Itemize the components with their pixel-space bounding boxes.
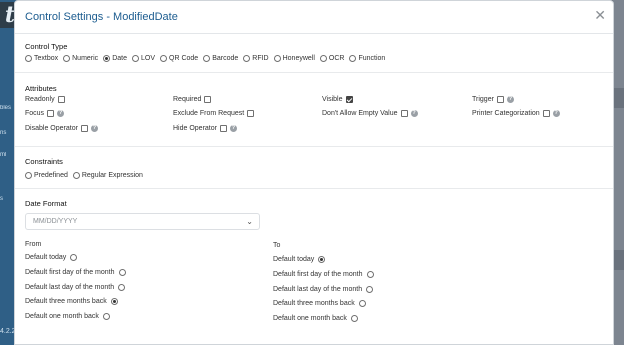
section-title: Constraints — [25, 157, 63, 166]
radio[interactable] — [366, 286, 374, 293]
radio[interactable] — [118, 284, 126, 291]
to-option[interactable]: Default last day of the month — [273, 286, 374, 293]
radio[interactable] — [70, 254, 78, 261]
radio[interactable] — [358, 300, 366, 307]
radio-selected[interactable] — [103, 55, 111, 62]
radio[interactable] — [131, 55, 139, 62]
control-type-ocr[interactable]: OCR — [319, 55, 344, 62]
divider — [15, 72, 613, 73]
radio[interactable] — [319, 55, 327, 62]
readonly-checkbox[interactable] — [57, 96, 65, 103]
radio[interactable] — [25, 172, 32, 179]
attr-dont-allow-empty[interactable]: Don't Allow Empty Value? — [322, 110, 418, 117]
control-type-honeywell[interactable]: Honeywell — [273, 55, 315, 62]
section-title: Date Format — [25, 199, 67, 208]
row-highlight — [613, 250, 624, 270]
hide-operator-checkbox[interactable] — [219, 125, 227, 132]
to-option[interactable]: Default first day of the month — [273, 271, 374, 278]
from-option[interactable]: Default last day of the month — [25, 284, 126, 291]
help-icon[interactable]: ? — [90, 125, 98, 132]
help-icon[interactable]: ? — [506, 96, 514, 103]
help-icon[interactable]: ? — [57, 110, 65, 117]
control-type-function[interactable]: Function — [349, 55, 385, 62]
radio-selected[interactable] — [110, 298, 118, 305]
focus-checkbox[interactable] — [47, 110, 55, 117]
to-option[interactable]: Default three months back — [273, 300, 366, 307]
required-checkbox[interactable] — [204, 96, 212, 103]
control-settings-modal: Control Settings - ModifiedDate ✕ Contro… — [14, 0, 614, 345]
control-type-barcode[interactable]: Barcode — [203, 55, 238, 62]
control-type-numeric[interactable]: Numeric — [63, 55, 98, 62]
radio[interactable] — [102, 313, 110, 320]
radio[interactable] — [349, 55, 357, 62]
app-right-panel — [613, 0, 624, 345]
attr-visible[interactable]: Visible — [322, 96, 353, 103]
attr-required[interactable]: Required — [173, 96, 212, 103]
constraint-options: Predefined Regular Expression — [25, 172, 603, 179]
section-title: Control Type — [25, 42, 68, 51]
radio[interactable] — [243, 55, 251, 62]
radio[interactable] — [160, 55, 167, 62]
trigger-checkbox[interactable] — [496, 96, 504, 103]
from-option[interactable]: Default first day of the month — [25, 269, 126, 276]
disable-operator-checkbox[interactable] — [80, 125, 88, 132]
control-type-qrcode[interactable]: QR Code — [160, 55, 198, 62]
control-type-date[interactable]: Date — [103, 55, 127, 62]
help-icon[interactable]: ? — [410, 110, 418, 117]
date-format-value: MM/DD/YYYY — [33, 218, 78, 225]
exclude-from-request-checkbox[interactable] — [247, 110, 255, 117]
row-highlight — [613, 88, 624, 108]
radio[interactable] — [273, 55, 281, 62]
to-option[interactable]: Default one month back — [273, 315, 358, 322]
radio[interactable] — [72, 172, 80, 179]
control-type-section: Control Type Textbox Numeric Date LOV QR… — [25, 42, 603, 62]
visible-checkbox[interactable] — [345, 96, 353, 103]
radio[interactable] — [203, 55, 211, 62]
attr-focus[interactable]: Focus? — [25, 110, 65, 117]
help-icon[interactable]: ? — [552, 110, 560, 117]
radio[interactable] — [25, 55, 32, 62]
date-format-section: Date Format — [25, 199, 603, 208]
attr-hide-operator[interactable]: Hide Operator? — [173, 125, 237, 132]
date-format-select[interactable]: MM/DD/YYYY ⌄ — [25, 213, 260, 230]
attr-disable-operator[interactable]: Disable Operator? — [25, 125, 98, 132]
divider — [15, 188, 613, 189]
control-type-options: Textbox Numeric Date LOV QR Code Barcode… — [25, 55, 603, 62]
attr-readonly[interactable]: Readonly — [25, 96, 65, 103]
constraints-section: Constraints Predefined Regular Expressio… — [25, 157, 603, 179]
constraint-regex[interactable]: Regular Expression — [72, 172, 143, 179]
radio-selected[interactable] — [318, 256, 326, 263]
control-type-textbox[interactable]: Textbox — [25, 55, 58, 62]
radio[interactable] — [366, 271, 374, 278]
to-option[interactable]: Default today — [273, 256, 326, 263]
from-option[interactable]: Default one month back — [25, 313, 110, 320]
chevron-down-icon: ⌄ — [246, 217, 253, 226]
modal-header: Control Settings - ModifiedDate ✕ — [15, 1, 613, 34]
attr-exclude-from-request[interactable]: Exclude From Request — [173, 110, 255, 117]
from-option[interactable]: Default today — [25, 254, 78, 261]
dont-allow-empty-checkbox[interactable] — [400, 110, 408, 117]
divider — [15, 146, 613, 147]
attr-trigger[interactable]: Trigger? — [472, 96, 514, 103]
from-option[interactable]: Default three months back — [25, 298, 118, 305]
radio[interactable] — [118, 269, 126, 276]
printer-categorization-checkbox[interactable] — [542, 110, 550, 117]
radio[interactable] — [350, 315, 358, 322]
attr-printer-categorization[interactable]: Printer Categorization? — [472, 110, 560, 117]
close-icon[interactable]: ✕ — [594, 8, 606, 24]
section-title: Attributes — [25, 84, 57, 93]
constraint-predefined[interactable]: Predefined — [25, 172, 68, 179]
to-title: To — [273, 242, 281, 249]
help-icon[interactable]: ? — [229, 125, 237, 132]
modal-title: Control Settings - ModifiedDate — [25, 11, 178, 23]
control-type-rfid[interactable]: RFID — [243, 55, 269, 62]
control-type-lov[interactable]: LOV — [131, 55, 155, 62]
from-title: From — [25, 241, 42, 248]
radio[interactable] — [63, 55, 71, 62]
attributes-section: Attributes — [25, 84, 603, 93]
